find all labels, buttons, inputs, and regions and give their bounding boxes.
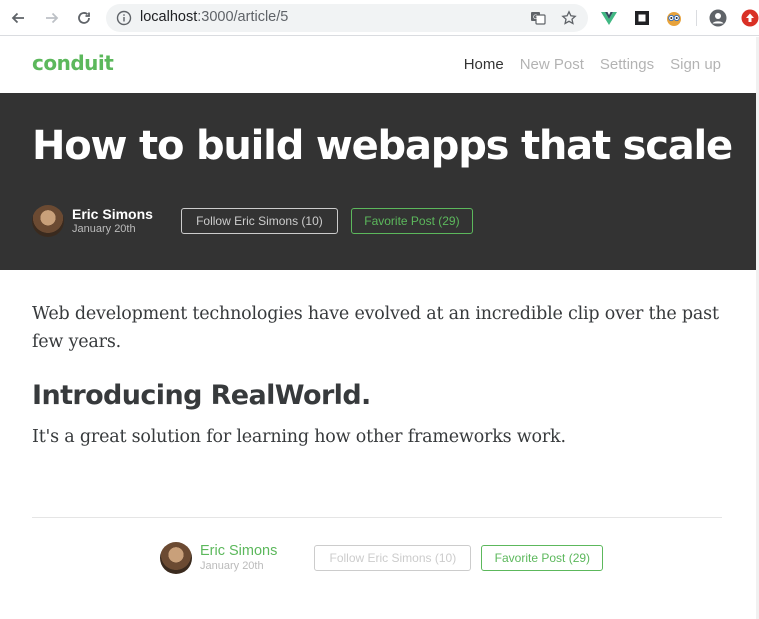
site-navbar: conduit Home New Post Settings Sign up bbox=[0, 37, 759, 93]
nav-link-settings[interactable]: Settings bbox=[600, 56, 654, 73]
favorite-button-label: Favorite Post (29) bbox=[364, 214, 460, 228]
reload-button[interactable] bbox=[74, 8, 94, 28]
favorite-button-label: Favorite Post (29) bbox=[494, 551, 591, 565]
article-meta-bottom: Eric Simons January 20th Follow Eric Sim… bbox=[160, 542, 604, 574]
favorite-post-button[interactable]: Favorite Post (29) bbox=[481, 545, 604, 571]
article-heading: Introducing RealWorld. bbox=[32, 380, 371, 411]
update-icon[interactable] bbox=[741, 9, 759, 27]
browser-toolbar: localhost:3000/article/5 G bbox=[0, 0, 759, 36]
url-text: localhost:3000/article/5 bbox=[140, 9, 289, 25]
follow-author-button[interactable]: Follow Eric Simons (10) bbox=[180, 208, 338, 234]
follow-button-label: Follow Eric Simons (10) bbox=[329, 551, 457, 565]
forward-button[interactable] bbox=[42, 8, 62, 28]
nav-link-home[interactable]: Home bbox=[464, 56, 504, 73]
follow-button-label: Follow Eric Simons (10) bbox=[196, 214, 323, 228]
author-info: Eric Simons January 20th bbox=[200, 544, 277, 573]
author-avatar[interactable] bbox=[160, 542, 192, 574]
brand-logo[interactable]: conduit bbox=[32, 51, 114, 75]
address-bar[interactable]: localhost:3000/article/5 G bbox=[106, 4, 588, 32]
author-info: Eric Simons January 20th bbox=[72, 207, 153, 235]
article-paragraph: It's a great solution for learning how o… bbox=[32, 427, 566, 447]
toolbar-separator bbox=[696, 10, 697, 26]
article-paragraph: Web development technologies have evolve… bbox=[32, 304, 719, 352]
back-button[interactable] bbox=[8, 8, 28, 28]
nav-link-new-post[interactable]: New Post bbox=[520, 56, 584, 73]
nav-links: Home New Post Settings Sign up bbox=[448, 56, 721, 73]
author-avatar[interactable] bbox=[32, 205, 64, 237]
bookmark-star-icon[interactable] bbox=[561, 10, 577, 26]
nav-link-sign-up[interactable]: Sign up bbox=[670, 56, 721, 73]
svg-text:G: G bbox=[533, 14, 538, 21]
vue-devtools-extension-icon[interactable] bbox=[600, 9, 618, 27]
back-arrow-icon bbox=[11, 12, 24, 24]
article-title: How to build webapps that scale bbox=[32, 123, 733, 169]
article-date: January 20th bbox=[72, 223, 136, 235]
follow-author-button[interactable]: Follow Eric Simons (10) bbox=[314, 545, 472, 571]
owl-extension-icon[interactable] bbox=[665, 9, 683, 27]
author-name[interactable]: Eric Simons bbox=[200, 544, 277, 559]
article-banner: How to build webapps that scale Eric Sim… bbox=[0, 93, 756, 270]
square-extension-icon[interactable] bbox=[633, 9, 651, 27]
divider bbox=[32, 517, 722, 518]
profile-avatar-icon[interactable] bbox=[709, 9, 727, 27]
article-meta-top: Eric Simons January 20th Follow Eric Sim… bbox=[32, 205, 473, 237]
author-name[interactable]: Eric Simons bbox=[72, 207, 153, 221]
article-body: Web development technologies have evolve… bbox=[32, 300, 722, 451]
translate-icon[interactable]: G bbox=[530, 10, 546, 26]
info-icon[interactable] bbox=[116, 10, 132, 26]
article-date: January 20th bbox=[200, 560, 264, 573]
reload-icon bbox=[78, 12, 90, 24]
forward-arrow-icon bbox=[46, 12, 59, 24]
favorite-post-button[interactable]: Favorite Post (29) bbox=[350, 208, 473, 234]
